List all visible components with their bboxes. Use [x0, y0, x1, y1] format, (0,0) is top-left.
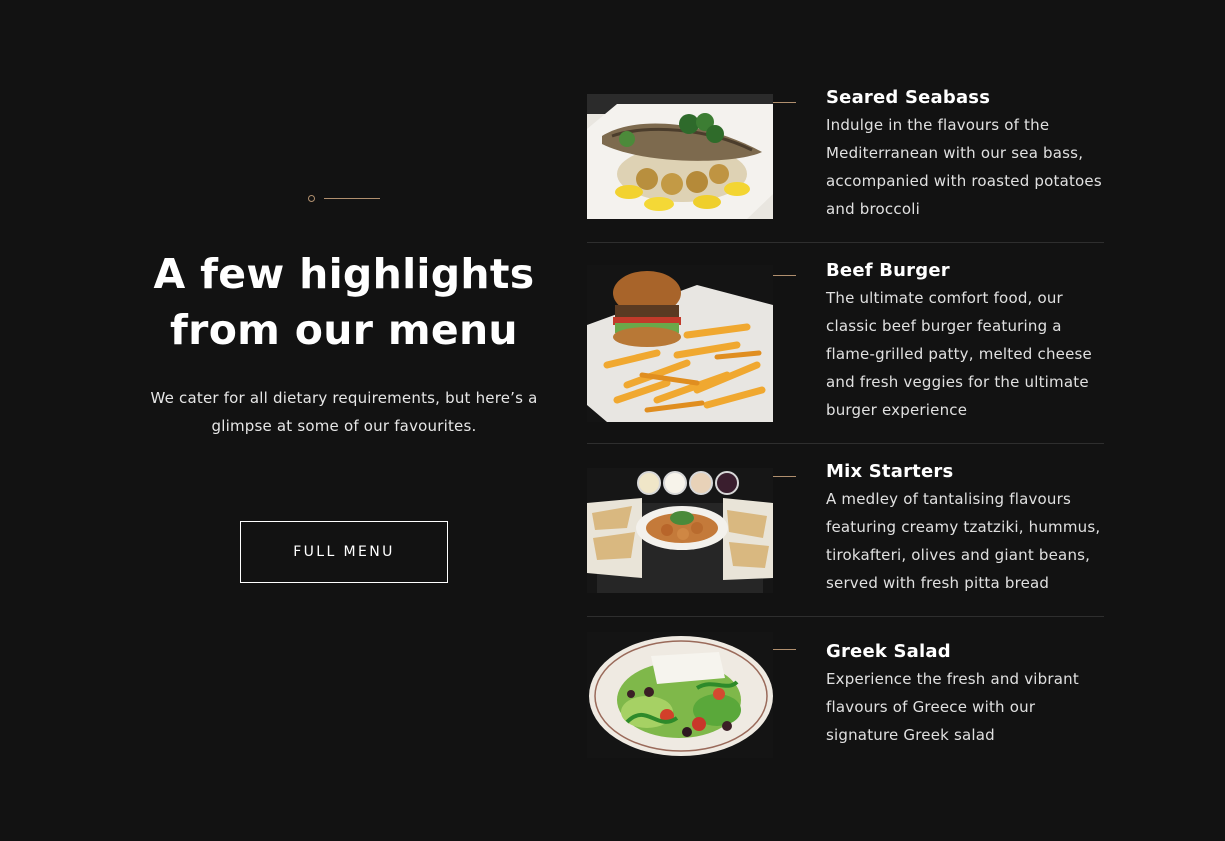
menu-item-name: Beef Burger [826, 260, 950, 281]
menu-item-name: Mix Starters [826, 461, 954, 482]
menu-divider [587, 443, 1104, 444]
ornament-circle-icon [308, 195, 315, 202]
menu-item-text: Beef Burger The ultimate comfort food, o… [826, 258, 1104, 424]
menu-highlights-section: A few highlights from our menu We cater … [0, 0, 1225, 841]
menu-divider [587, 242, 1104, 243]
ornament-divider [304, 190, 384, 206]
salad-image [587, 632, 773, 758]
item-connector-line [773, 275, 796, 276]
menu-list: Seared Seabass Indulge in the flavours o… [587, 0, 1104, 841]
menu-item-text: Seared Seabass Indulge in the flavours o… [826, 85, 1104, 223]
ornament-line [324, 198, 380, 199]
item-connector-line [773, 476, 796, 477]
section-subtext: We cater for all dietary requirements, b… [150, 389, 538, 435]
menu-item-description: The ultimate comfort food, our classic b… [826, 289, 1092, 419]
seabass-image [587, 94, 773, 219]
menu-item-text: Mix Starters A medley of tantalising fla… [826, 459, 1104, 597]
menu-item-description: Experience the fresh and vibrant flavour… [826, 670, 1079, 744]
section-heading: A few highlights from our menu [153, 250, 535, 354]
menu-item-text: Greek Salad Experience the fresh and vib… [826, 639, 1104, 749]
menu-item-name: Greek Salad [826, 641, 951, 662]
starters-image [587, 468, 773, 593]
intro-block: A few highlights from our menu We cater … [140, 190, 548, 440]
menu-item-name: Seared Seabass [826, 87, 991, 108]
full-menu-button[interactable]: FULL MENU [240, 521, 448, 583]
menu-divider [587, 616, 1104, 617]
menu-item-description: Indulge in the flavours of the Mediterra… [826, 116, 1102, 218]
menu-item-description: A medley of tantalising flavours featuri… [826, 490, 1101, 592]
burger-image [587, 265, 773, 422]
item-connector-line [773, 649, 796, 650]
item-connector-line [773, 102, 796, 103]
